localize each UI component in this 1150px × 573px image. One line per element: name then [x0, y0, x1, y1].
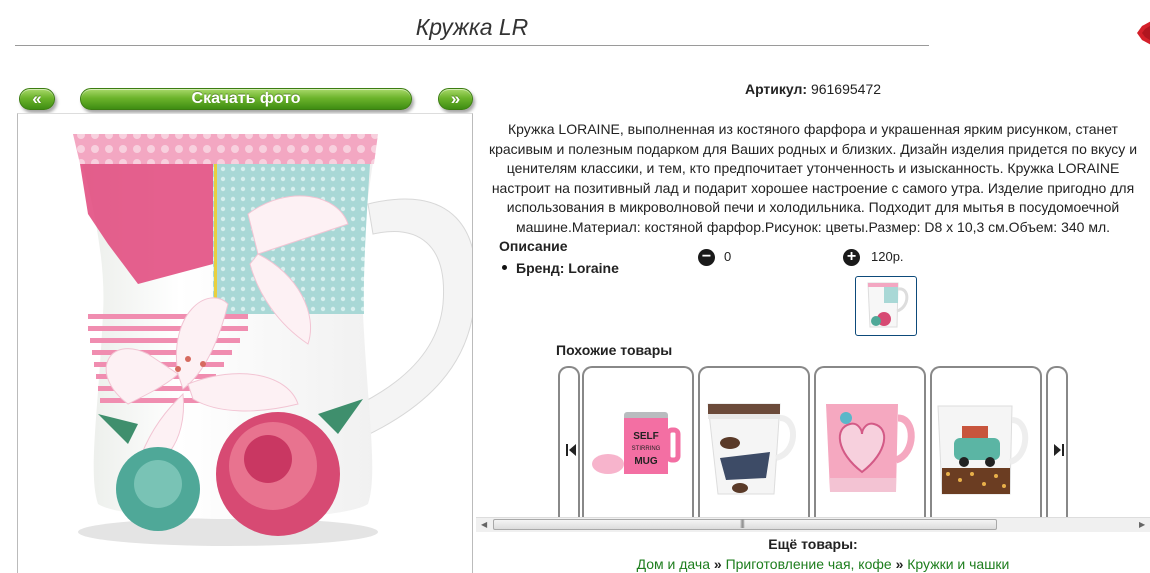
- mug-photo-image: [73, 134, 472, 546]
- photo-thumbnail[interactable]: [855, 276, 917, 336]
- skip-back-icon: [566, 444, 576, 456]
- brand-label: Бренд: Loraine: [516, 260, 619, 276]
- plus-icon[interactable]: +: [843, 249, 860, 266]
- scrollbar-grip-icon: |||: [740, 518, 745, 528]
- product-description: Кружка LORAINE, выполненная из костяного…: [488, 121, 1138, 235]
- previous-photo-button[interactable]: «: [19, 88, 55, 110]
- similar-product-card[interactable]: [930, 366, 1042, 518]
- skip-forward-icon: [1054, 444, 1064, 456]
- mug-text-stirring: STIRRING: [632, 446, 661, 452]
- carousel-next-button[interactable]: [1046, 366, 1068, 518]
- title-divider: [15, 45, 929, 46]
- minus-icon[interactable]: −: [698, 249, 715, 266]
- mug-thumbnail-image: [867, 282, 909, 328]
- crumb-separator: »: [713, 556, 722, 572]
- crumb-home-and-garden[interactable]: Дом и дача: [637, 556, 710, 572]
- similar-product-card[interactable]: [698, 366, 810, 518]
- brand-list-item: Бренд: Loraine: [502, 260, 619, 276]
- bullet-icon: [502, 264, 507, 270]
- similar-products-heading: Похожие товары: [556, 342, 673, 358]
- crumb-mugs-cups[interactable]: Кружки и чашки: [907, 556, 1009, 572]
- next-photo-button[interactable]: »: [438, 88, 473, 110]
- more-products-heading: Ещё товары:: [768, 536, 858, 552]
- crumb-tea-coffee[interactable]: Приготовление чая, кофе: [726, 556, 892, 572]
- coffee-design-mug-image: [707, 403, 796, 495]
- mug-text-self: SELF: [633, 431, 659, 442]
- price-value: 120р.: [871, 249, 904, 264]
- close-icon[interactable]: [1137, 20, 1150, 46]
- product-photo: [17, 113, 473, 573]
- description-heading: Описание: [499, 238, 568, 254]
- self-stirring-mug-image: SELF STIRRING MUG: [592, 412, 681, 474]
- article-label: Артикул:: [744, 81, 808, 97]
- carousel-prev-button[interactable]: [558, 366, 580, 518]
- minus-value: 0: [724, 249, 732, 264]
- page-title: Кружка LR: [415, 14, 529, 40]
- article-number: Артикул: 961695472: [600, 81, 1026, 97]
- scroll-right-icon[interactable]: ▶: [1139, 520, 1145, 529]
- crumb-separator: »: [895, 556, 904, 572]
- similar-product-card[interactable]: [814, 366, 926, 518]
- similar-product-card[interactable]: SELF STIRRING MUG: [582, 366, 694, 518]
- mug-text-mug: MUG: [634, 456, 658, 467]
- scrollbar-thumb[interactable]: [493, 519, 997, 530]
- scroll-left-icon[interactable]: ◀: [481, 520, 487, 529]
- car-print-mug-image: [937, 405, 1029, 495]
- pink-heart-mug-image: [826, 404, 915, 492]
- article-value: 961695472: [810, 81, 882, 97]
- download-photo-button[interactable]: Скачать фото: [80, 88, 412, 110]
- category-breadcrumb: Дом и дача » Приготовление чая, кофе » К…: [560, 556, 1086, 572]
